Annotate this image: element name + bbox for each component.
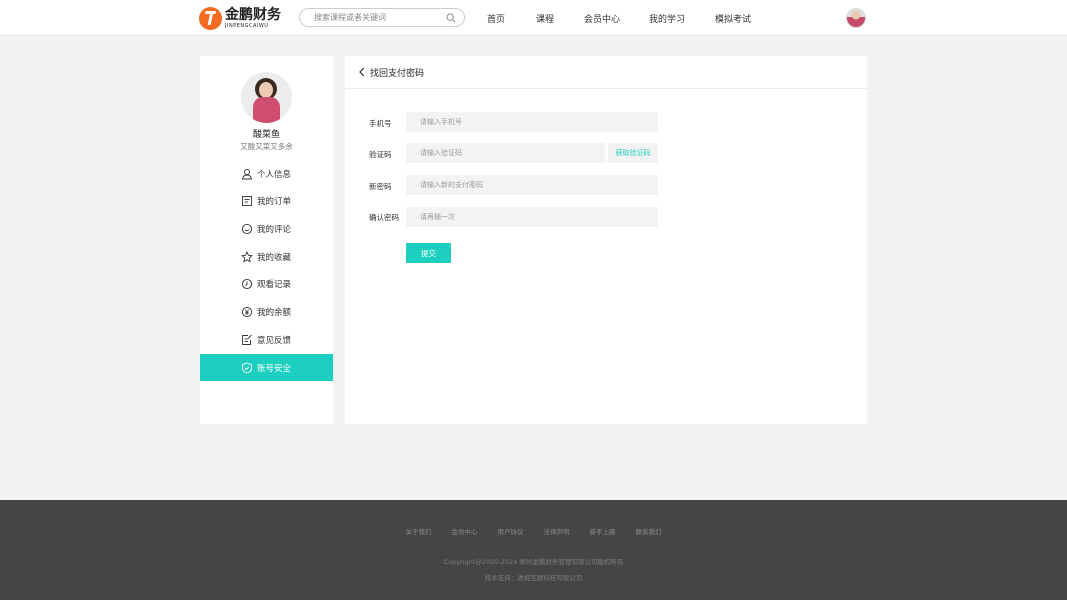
submit-button[interactable]: 提交 <box>406 243 451 263</box>
sidebar-item-label: 意见反馈 <box>257 335 292 346</box>
footer-link-contact[interactable]: 联系我们 <box>636 526 662 536</box>
page-title: 找回支付密码 <box>370 68 425 79</box>
panel-header: 找回支付密码 <box>345 56 867 89</box>
sidebar-item-profile[interactable]: 个人信息 <box>200 160 333 187</box>
footer-link-about[interactable]: 关于我们 <box>406 526 432 536</box>
footer-link-legal[interactable]: 法律声明 <box>544 526 570 536</box>
search-box <box>299 8 465 27</box>
order-icon <box>242 195 252 206</box>
sidebar-item-label: 我的收藏 <box>257 252 292 263</box>
logo-text: 金鹏财务 <box>225 6 281 23</box>
sidebar-item-account-security[interactable]: 账号安全 <box>200 354 333 381</box>
new-password-input[interactable] <box>406 175 658 195</box>
feedback-icon <box>242 334 252 345</box>
user-icon <box>241 168 253 179</box>
logo-icon <box>199 6 222 30</box>
footer-link-user-agreement[interactable]: 用户协议 <box>498 526 524 536</box>
confirm-password-input[interactable] <box>406 207 658 227</box>
sidebar-item-history[interactable]: 观看记录 <box>200 270 333 297</box>
sidebar-item-label: 观看记录 <box>257 279 292 290</box>
phone-label: 手机号 <box>369 119 392 128</box>
shield-icon <box>242 362 252 373</box>
top-header: 金鹏财务 JINPENGCAIWU 首页 课程 会员中心 我的学习 模拟考试 <box>0 0 1067 36</box>
sidebar-item-orders[interactable]: 我的订单 <box>200 187 333 214</box>
nav-mock-exam[interactable]: 模拟考试 <box>715 12 751 25</box>
user-name: 酸菜鱼 <box>252 130 280 140</box>
sidebar-item-label: 我的评论 <box>257 224 292 235</box>
back-chevron-icon[interactable] <box>358 67 366 77</box>
footer-links: 关于我们 会员中心 用户协议 法律声明 新手上路 联系我们 <box>0 526 1067 536</box>
code-input[interactable] <box>406 143 605 163</box>
support-text: 技术支持：透视互联科技有限公司 <box>484 574 583 582</box>
sidebar-item-label: 我的余额 <box>257 307 292 318</box>
sidebar-item-feedback[interactable]: 意见反馈 <box>200 326 333 353</box>
footer-link-newbie[interactable]: 新手上路 <box>590 526 616 536</box>
phone-input[interactable] <box>406 112 658 132</box>
user-bio: 又酸又菜又多余 <box>240 142 293 151</box>
nav-courses[interactable]: 课程 <box>536 12 554 25</box>
get-code-button[interactable]: 获取验证码 <box>608 143 658 163</box>
sidebar-item-comments[interactable]: 我的评论 <box>200 215 333 242</box>
nav-member-center[interactable]: 会员中心 <box>584 12 620 25</box>
sidebar-item-favorites[interactable]: 我的收藏 <box>200 243 333 270</box>
sidebar-item-label: 个人信息 <box>257 169 292 180</box>
sidebar-item-label: 我的订单 <box>257 196 292 207</box>
footer-link-member-center[interactable]: 会员中心 <box>452 526 478 536</box>
sidebar: 酸菜鱼 又酸又菜又多余 个人信息 我的订单 我的评论 我的收藏 观看记录 我的余… <box>200 56 333 424</box>
yen-icon <box>241 306 253 317</box>
sidebar-item-balance[interactable]: 我的余额 <box>200 298 333 325</box>
header-avatar[interactable] <box>846 8 866 28</box>
comment-icon <box>241 223 253 234</box>
clock-icon <box>241 278 253 289</box>
main-panel: 找回支付密码 手机号 验证码 获取验证码 新密码 确认密码 提交 <box>345 56 867 424</box>
copyright-text: Copyright@2020-2024 郑州金鹏财务管理有限公司版权所有 <box>443 558 624 566</box>
nav-my-study[interactable]: 我的学习 <box>649 12 685 25</box>
footer: 关于我们 会员中心 用户协议 法律声明 新手上路 联系我们 Copyright@… <box>0 500 1067 600</box>
search-icon[interactable] <box>446 13 456 23</box>
logo-subtext: JINPENGCAIWU <box>225 22 269 29</box>
logo[interactable]: 金鹏财务 JINPENGCAIWU <box>199 6 281 30</box>
nav-home[interactable]: 首页 <box>487 12 505 25</box>
confirm-password-label: 确认密码 <box>369 213 399 222</box>
new-password-label: 新密码 <box>369 182 392 191</box>
sidebar-item-label: 账号安全 <box>257 363 292 374</box>
star-icon <box>241 250 253 262</box>
avatar[interactable] <box>241 72 292 123</box>
search-input[interactable] <box>314 13 444 22</box>
code-label: 验证码 <box>369 150 392 159</box>
